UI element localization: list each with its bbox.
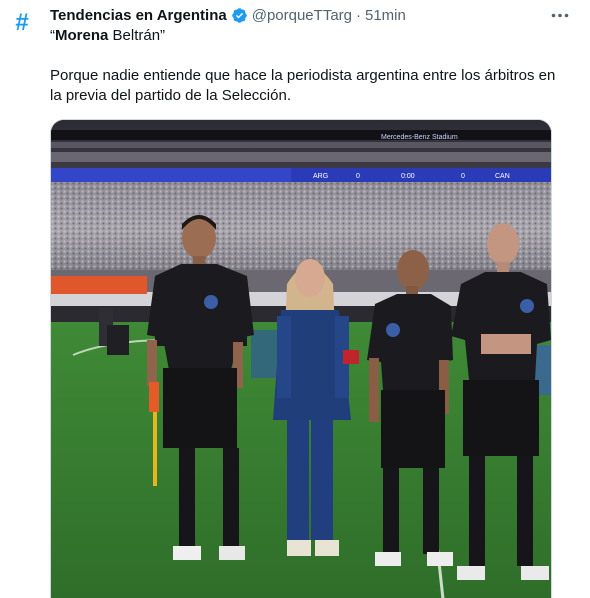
verified-badge-icon (231, 7, 248, 24)
separator-dot: · (356, 6, 361, 24)
tweet-text: Porque nadie entiende que hace la period… (50, 67, 556, 104)
tweet-photo[interactable]: Mercedes-Benz Stadium ARG 0 0:00 0 CAN (50, 119, 552, 598)
author-handle[interactable]: @porqueTTarg (252, 7, 352, 24)
scoreboard-clock: 0:00 (401, 173, 415, 180)
tweet-header: Tendencias en Argentina @porqueTTarg · 5… (50, 5, 406, 25)
stadium-sign: Mercedes-Benz Stadium (381, 134, 458, 141)
timestamp[interactable]: 51min (365, 7, 406, 24)
tweet[interactable]: # Tendencias en Argentina @porqueTTarg ·… (0, 0, 590, 598)
quote-bold-name: Morena (55, 27, 109, 44)
scoreboard-team-right: CAN (495, 173, 510, 180)
quoted-name-line: “Morena Beltrán” (50, 27, 165, 44)
quote-rest: Beltrán” (108, 27, 166, 44)
scoreboard-score-left: 0 (356, 173, 360, 180)
more-options-icon[interactable] (549, 8, 571, 22)
author-name[interactable]: Tendencias en Argentina (50, 7, 227, 24)
hashtag-icon[interactable]: # (10, 11, 34, 35)
scoreboard-team-left: ARG (313, 173, 328, 180)
scoreboard-score-right: 0 (461, 173, 465, 180)
avatar-glyph: # (15, 9, 29, 36)
